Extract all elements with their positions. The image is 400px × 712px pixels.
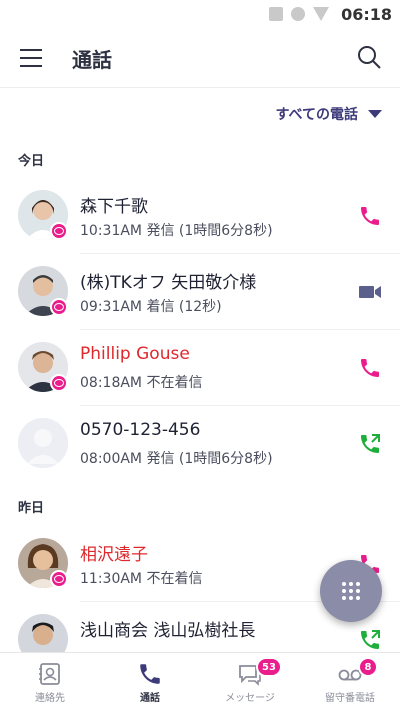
messages-badge: 53 — [256, 657, 282, 677]
call-log-row[interactable]: (株)TKオフ 矢田敬介様 09:31AM 着信 (12秒) — [0, 254, 400, 330]
call-detail: 08:00AM 発信 (1時間6分8秒) — [80, 451, 273, 467]
phone-icon[interactable] — [358, 204, 382, 228]
contact-name: (株)TKオフ 矢田敬介様 — [80, 273, 257, 293]
section-header-today: 今日 — [18, 154, 45, 169]
call-log-row[interactable]: Phillip Gouse 08:18AM 不在着信 — [0, 330, 400, 406]
page-title: 通話 — [72, 48, 112, 72]
section-header-yesterday: 昨日 — [18, 501, 45, 516]
phone-icon — [140, 664, 160, 684]
nav-contacts[interactable]: 連絡先 — [0, 653, 100, 712]
contact-name: 浅山商会 浅山弘樹社長 — [80, 621, 256, 641]
voicemail-badge: 8 — [358, 657, 378, 677]
chat-badge-icon — [50, 570, 68, 588]
call-detail: 11:30AM 不在着信 — [80, 571, 203, 587]
call-detail: 10:31AM 発信 (1時間6分8秒) — [80, 223, 273, 239]
call-filter-dropdown[interactable]: すべての電話 — [276, 104, 382, 124]
nav-messages-label: メッセージ — [225, 693, 275, 704]
contact-name: 0570-123-456 — [80, 420, 201, 440]
phone-outgoing-icon[interactable] — [358, 432, 382, 456]
app-bar: 通話 — [0, 28, 400, 88]
call-detail: 08:18AM 不在着信 — [80, 375, 203, 391]
call-log-row[interactable]: 0570-123-456 08:00AM 発信 (1時間6分8秒) — [0, 406, 400, 482]
phone-icon[interactable] — [358, 356, 382, 380]
contacts-icon — [39, 663, 60, 685]
call-log-row[interactable]: 森下千歌 10:31AM 発信 (1時間6分8秒) — [0, 178, 400, 254]
bottom-nav: 連絡先 通話 53 メッセージ 8 留守番電話 — [0, 652, 400, 712]
hamburger-menu-icon[interactable] — [20, 49, 42, 67]
nav-messages[interactable]: 53 メッセージ — [200, 653, 300, 712]
dialpad-icon — [342, 582, 360, 600]
contact-name: 森下千歌 — [80, 197, 148, 217]
search-icon[interactable] — [356, 44, 382, 70]
notification-icon — [269, 7, 284, 21]
nav-calls[interactable]: 通話 — [100, 653, 200, 712]
avatar — [18, 418, 68, 468]
wifi-icon — [313, 7, 330, 21]
status-time: 06:18 — [341, 4, 392, 24]
status-bar: 06:18 — [0, 0, 400, 28]
nav-voicemail[interactable]: 8 留守番電話 — [300, 653, 400, 712]
video-icon[interactable] — [358, 280, 382, 304]
contact-name: Phillip Gouse — [80, 344, 190, 364]
nav-voicemail-label: 留守番電話 — [325, 693, 375, 704]
filter-label: すべての電話 — [275, 107, 358, 123]
contact-name: 相沢遠子 — [80, 545, 148, 565]
dropdown-arrow-icon — [368, 110, 382, 118]
call-detail: 09:31AM 着信 (12秒) — [80, 299, 222, 315]
chat-badge-icon — [50, 374, 68, 392]
nav-calls-label: 通話 — [140, 693, 160, 704]
signal-icon — [291, 7, 306, 21]
chat-badge-icon — [50, 298, 68, 316]
phone-outgoing-icon[interactable] — [358, 628, 382, 652]
dialpad-button[interactable] — [320, 560, 382, 622]
chat-badge-icon — [50, 222, 68, 240]
nav-contacts-label: 連絡先 — [35, 693, 65, 704]
